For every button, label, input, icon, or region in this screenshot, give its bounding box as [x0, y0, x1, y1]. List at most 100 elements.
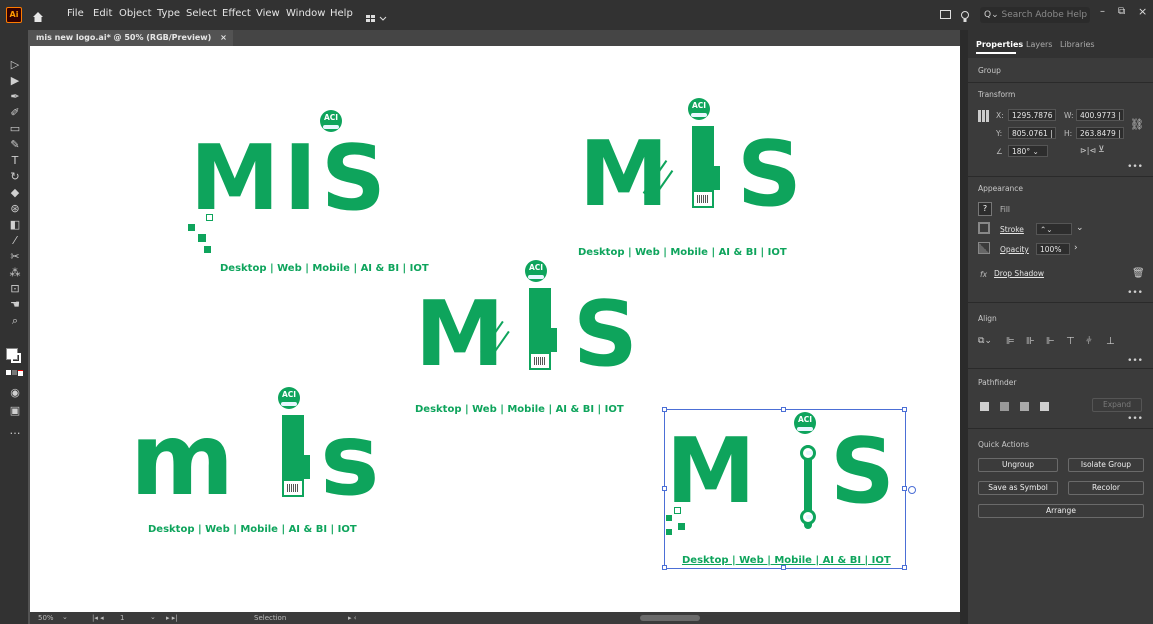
- rotate-tool-icon[interactable]: ↻: [8, 170, 22, 184]
- artboard-canvas[interactable]: MIS ACI Desktop | Web | Mobile | AI & BI…: [30, 46, 960, 612]
- zoom-level[interactable]: 50%: [38, 614, 54, 622]
- zoom-tool-icon[interactable]: ⌕: [8, 314, 22, 328]
- screen-mode-icon[interactable]: ▣: [8, 404, 22, 418]
- more-tools-icon[interactable]: …: [8, 424, 22, 438]
- artboard-nav-icon[interactable]: |◂ ◂: [92, 614, 104, 622]
- flip-horizontal-icon[interactable]: ⊳|⊲: [1080, 146, 1096, 155]
- more-options-icon[interactable]: •••: [1127, 414, 1143, 424]
- align-right-icon[interactable]: ⊩: [1046, 336, 1055, 347]
- isolate-group-button[interactable]: Isolate Group: [1068, 458, 1144, 472]
- logo-mis-usb[interactable]: M ACI S Desktop | Web | Mobile | AI & BI…: [575, 96, 815, 266]
- menu-object[interactable]: Object: [119, 8, 152, 19]
- expand-button[interactable]: Expand: [1092, 398, 1142, 412]
- stroke-weight-field[interactable]: ⌃⌄: [1036, 223, 1072, 235]
- fill-stroke-swatch[interactable]: [6, 348, 22, 364]
- menu-view[interactable]: View: [256, 8, 280, 19]
- close-tab-icon[interactable]: ×: [220, 33, 227, 42]
- save-as-symbol-button[interactable]: Save as Symbol: [978, 481, 1058, 495]
- unite-icon[interactable]: [980, 402, 989, 411]
- align-middle-icon[interactable]: ⫩: [1086, 336, 1092, 347]
- hand-tool-icon[interactable]: ☚: [8, 298, 22, 312]
- reference-point-icon[interactable]: [978, 110, 990, 122]
- arrange-button[interactable]: Arrange: [978, 504, 1144, 518]
- tab-layers[interactable]: Layers: [1026, 40, 1052, 49]
- maximize-icon[interactable]: ⧉: [1118, 6, 1125, 17]
- shape-builder-tool-icon[interactable]: ◧: [8, 218, 22, 232]
- draw-mode-icon[interactable]: ◉: [8, 386, 22, 400]
- chevron-down-icon[interactable]: ⌄: [150, 613, 156, 621]
- blend-tool-icon[interactable]: ✂: [8, 250, 22, 264]
- vertical-scrollbar[interactable]: [960, 30, 968, 624]
- menu-window[interactable]: Window: [286, 8, 325, 19]
- artboard-tool-icon[interactable]: ⊡: [8, 282, 22, 296]
- selection-tool-icon[interactable]: ▷: [8, 58, 22, 72]
- stroke-swatch[interactable]: [978, 222, 990, 234]
- align-center-icon[interactable]: ⊪: [1026, 336, 1035, 347]
- home-icon[interactable]: [32, 8, 44, 22]
- menu-help[interactable]: Help: [330, 8, 353, 19]
- pen-tool-icon[interactable]: ✒: [8, 90, 22, 104]
- logo-mis-lowercase[interactable]: m ACI s Desktop | Web | Mobile | AI & BI…: [130, 381, 410, 546]
- tab-libraries[interactable]: Libraries: [1060, 40, 1095, 49]
- logo-mis-fingerprint[interactable]: M ACI S Desktop | Web | Mobile | AI & BI…: [415, 256, 655, 421]
- lightbulb-icon[interactable]: [960, 8, 970, 22]
- w-field[interactable]: 400.9773 |: [1076, 109, 1124, 121]
- type-tool-icon[interactable]: T: [8, 154, 22, 168]
- symbol-sprayer-tool-icon[interactable]: ⁂: [8, 266, 22, 280]
- tab-document[interactable]: mis new logo.ai* @ 50% (RGB/Preview) ×: [30, 30, 233, 46]
- rectangle-tool-icon[interactable]: ▭: [8, 122, 22, 136]
- transform-handle[interactable]: [781, 407, 786, 412]
- x-field[interactable]: 1295.7876: [1008, 109, 1056, 121]
- y-field[interactable]: 805.0761 |: [1008, 127, 1056, 139]
- minimize-icon[interactable]: –: [1100, 6, 1105, 17]
- color-mode-icons[interactable]: [6, 370, 23, 376]
- align-top-icon[interactable]: ⊤: [1066, 336, 1075, 347]
- chevron-right-icon[interactable]: ›: [1074, 243, 1078, 253]
- tab-properties[interactable]: Properties: [976, 40, 1023, 49]
- transform-handle[interactable]: [902, 486, 907, 491]
- opacity-field[interactable]: 100%: [1036, 243, 1070, 255]
- menu-file[interactable]: File: [67, 8, 84, 19]
- fill-swatch[interactable]: ?: [978, 202, 992, 216]
- more-options-icon[interactable]: •••: [1127, 288, 1143, 298]
- intersect-icon[interactable]: [1020, 402, 1029, 411]
- warp-tool-icon[interactable]: ⊛: [8, 202, 22, 216]
- horizontal-scroll-thumb[interactable]: [640, 615, 700, 621]
- status-arrow-icon[interactable]: ▸ ‹: [348, 614, 357, 622]
- close-window-icon[interactable]: ×: [1138, 5, 1147, 18]
- angle-field[interactable]: 180° ⌄: [1008, 145, 1048, 157]
- constrain-proportions-icon[interactable]: ⛓: [1130, 118, 1144, 131]
- flip-vertical-icon[interactable]: ⊻: [1098, 145, 1105, 155]
- curvature-tool-icon[interactable]: ✐: [8, 106, 22, 120]
- more-options-icon[interactable]: •••: [1127, 162, 1143, 172]
- transform-handle[interactable]: [662, 407, 667, 412]
- more-options-icon[interactable]: •••: [1127, 356, 1143, 366]
- chevron-down-icon[interactable]: ⌄: [1076, 223, 1084, 233]
- menu-type[interactable]: Type: [157, 8, 180, 19]
- selection-bounding-box[interactable]: [664, 409, 906, 569]
- panel-toggle-icon[interactable]: [940, 10, 951, 19]
- rotate-handle[interactable]: [908, 486, 916, 494]
- menu-effect[interactable]: Effect: [222, 8, 251, 19]
- direct-selection-tool-icon[interactable]: ▶: [8, 74, 22, 88]
- search-input[interactable]: Q⌄ Search Adobe Help: [980, 7, 1090, 23]
- stroke-label[interactable]: Stroke: [1000, 225, 1024, 234]
- artboard-number[interactable]: 1: [120, 614, 124, 622]
- transform-handle[interactable]: [662, 486, 667, 491]
- logo-mis-pixels[interactable]: MIS ACI Desktop | Web | Mobile | AI & BI…: [180, 106, 440, 276]
- pencil-tool-icon[interactable]: ✎: [8, 138, 22, 152]
- exclude-icon[interactable]: [1040, 402, 1049, 411]
- align-to-icon[interactable]: ⧉⌄: [978, 336, 992, 346]
- align-bottom-icon[interactable]: ⊥: [1106, 336, 1115, 347]
- artboard-nav-next-icon[interactable]: ▸ ▸|: [166, 614, 178, 622]
- opacity-label[interactable]: Opacity: [1000, 245, 1029, 254]
- eraser-tool-icon[interactable]: ◆: [8, 186, 22, 200]
- transform-handle[interactable]: [662, 565, 667, 570]
- transform-handle[interactable]: [902, 407, 907, 412]
- minus-front-icon[interactable]: [1000, 402, 1009, 411]
- align-left-icon[interactable]: ⊫: [1006, 336, 1015, 347]
- menu-select[interactable]: Select: [186, 8, 217, 19]
- trash-icon[interactable]: 🗑: [1132, 268, 1145, 279]
- h-field[interactable]: 263.8479 |: [1076, 127, 1124, 139]
- chevron-down-icon[interactable]: ⌄: [62, 613, 68, 621]
